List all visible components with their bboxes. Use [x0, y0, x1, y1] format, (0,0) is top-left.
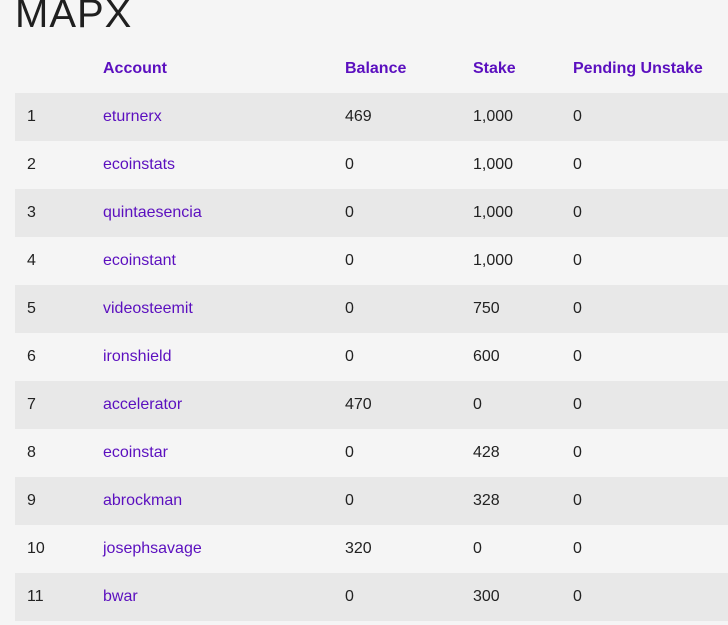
account-cell: abrockman	[103, 477, 345, 525]
table-row: 1 eturnerx 469 1,000 0	[15, 93, 728, 141]
stake-cell: 0	[473, 396, 482, 413]
stake-cell: 750	[473, 300, 500, 317]
pending-unstake-cell: 0	[573, 204, 582, 221]
table-row: 2 ecoinstats 0 1,000 0	[15, 141, 728, 189]
richlist-table: Account Balance Stake Pending Unstake 1 e…	[15, 45, 728, 621]
table-body: 1 eturnerx 469 1,000 0 2 ecoinstats 0 1,000 0 3 qui…	[15, 93, 728, 621]
account-cell: bwar	[103, 573, 345, 621]
rank-cell: 10	[27, 540, 45, 557]
account-link[interactable]: accelerator	[103, 396, 182, 413]
account-cell: ironshield	[103, 333, 345, 381]
account-cell: videosteemit	[103, 285, 345, 333]
rank-cell: 7	[27, 396, 36, 413]
balance-cell: 0	[345, 588, 354, 605]
table-row: 6 ironshield 0 600 0	[15, 333, 728, 381]
stake-cell: 300	[473, 588, 500, 605]
account-link[interactable]: quintaesencia	[103, 204, 202, 221]
account-link[interactable]: videosteemit	[103, 300, 193, 317]
account-link[interactable]: abrockman	[103, 492, 182, 509]
balance-cell: 0	[345, 300, 354, 317]
pending-unstake-cell: 0	[573, 492, 582, 509]
column-header-stake[interactable]: Stake	[473, 45, 573, 93]
rank-cell: 2	[27, 156, 36, 173]
stake-cell: 428	[473, 444, 500, 461]
column-header-pending-unstake[interactable]: Pending Unstake	[573, 45, 728, 93]
pending-unstake-cell: 0	[573, 588, 582, 605]
pending-unstake-cell: 0	[573, 348, 582, 365]
pending-unstake-cell: 0	[573, 252, 582, 269]
rank-cell: 4	[27, 252, 36, 269]
balance-cell: 0	[345, 204, 354, 221]
account-link[interactable]: josephsavage	[103, 540, 202, 557]
account-link[interactable]: ecoinstats	[103, 156, 175, 173]
header-row: Account Balance Stake Pending Unstake	[15, 45, 728, 93]
table-row: 7 accelerator 470 0 0	[15, 381, 728, 429]
balance-cell: 0	[345, 348, 354, 365]
account-cell: ecoinstant	[103, 237, 345, 285]
page-title: MAPX	[15, 0, 133, 36]
table-row: 4 ecoinstant 0 1,000 0	[15, 237, 728, 285]
stake-cell: 1,000	[473, 108, 514, 125]
stake-cell: 1,000	[473, 204, 514, 221]
rank-cell: 11	[27, 588, 44, 605]
page: MAPX Account Balance Stake Pending Unsta…	[0, 0, 728, 625]
pending-unstake-cell: 0	[573, 300, 582, 317]
table-row: 8 ecoinstar 0 428 0	[15, 429, 728, 477]
pending-unstake-cell: 0	[573, 108, 582, 125]
table-header: Account Balance Stake Pending Unstake	[15, 45, 728, 93]
balance-cell: 0	[345, 492, 354, 509]
table-row: 10 josephsavage 320 0 0	[15, 525, 728, 573]
table-row: 3 quintaesencia 0 1,000 0	[15, 189, 728, 237]
account-link[interactable]: ecoinstar	[103, 444, 168, 461]
rank-cell: 1	[27, 108, 36, 125]
rank-cell: 6	[27, 348, 36, 365]
balance-cell: 0	[345, 252, 354, 269]
table-row: 5 videosteemit 0 750 0	[15, 285, 728, 333]
balance-cell: 0	[345, 444, 354, 461]
column-header-account[interactable]: Account	[103, 45, 345, 93]
account-cell: ecoinstats	[103, 141, 345, 189]
account-link[interactable]: bwar	[103, 588, 138, 605]
stake-cell: 1,000	[473, 156, 514, 173]
balance-cell: 470	[345, 396, 372, 413]
account-link[interactable]: ecoinstant	[103, 252, 176, 269]
account-cell: accelerator	[103, 381, 345, 429]
account-link[interactable]: eturnerx	[103, 108, 162, 125]
rank-cell: 8	[27, 444, 36, 461]
account-cell: eturnerx	[103, 93, 345, 141]
pending-unstake-cell: 0	[573, 444, 582, 461]
table-row: 11 bwar 0 300 0	[15, 573, 728, 621]
account-cell: ecoinstar	[103, 429, 345, 477]
balance-cell: 320	[345, 540, 372, 557]
pending-unstake-cell: 0	[573, 540, 582, 557]
stake-cell: 600	[473, 348, 500, 365]
column-header-rank	[15, 45, 103, 93]
stake-cell: 0	[473, 540, 482, 557]
pending-unstake-cell: 0	[573, 396, 582, 413]
rank-cell: 3	[27, 204, 36, 221]
rank-cell: 5	[27, 300, 36, 317]
account-cell: quintaesencia	[103, 189, 345, 237]
stake-cell: 328	[473, 492, 500, 509]
pending-unstake-cell: 0	[573, 156, 582, 173]
rank-cell: 9	[27, 492, 36, 509]
table-row: 9 abrockman 0 328 0	[15, 477, 728, 525]
account-cell: josephsavage	[103, 525, 345, 573]
stake-cell: 1,000	[473, 252, 514, 269]
balance-cell: 469	[345, 108, 372, 125]
account-link[interactable]: ironshield	[103, 348, 171, 365]
column-header-balance[interactable]: Balance	[345, 45, 473, 93]
balance-cell: 0	[345, 156, 354, 173]
